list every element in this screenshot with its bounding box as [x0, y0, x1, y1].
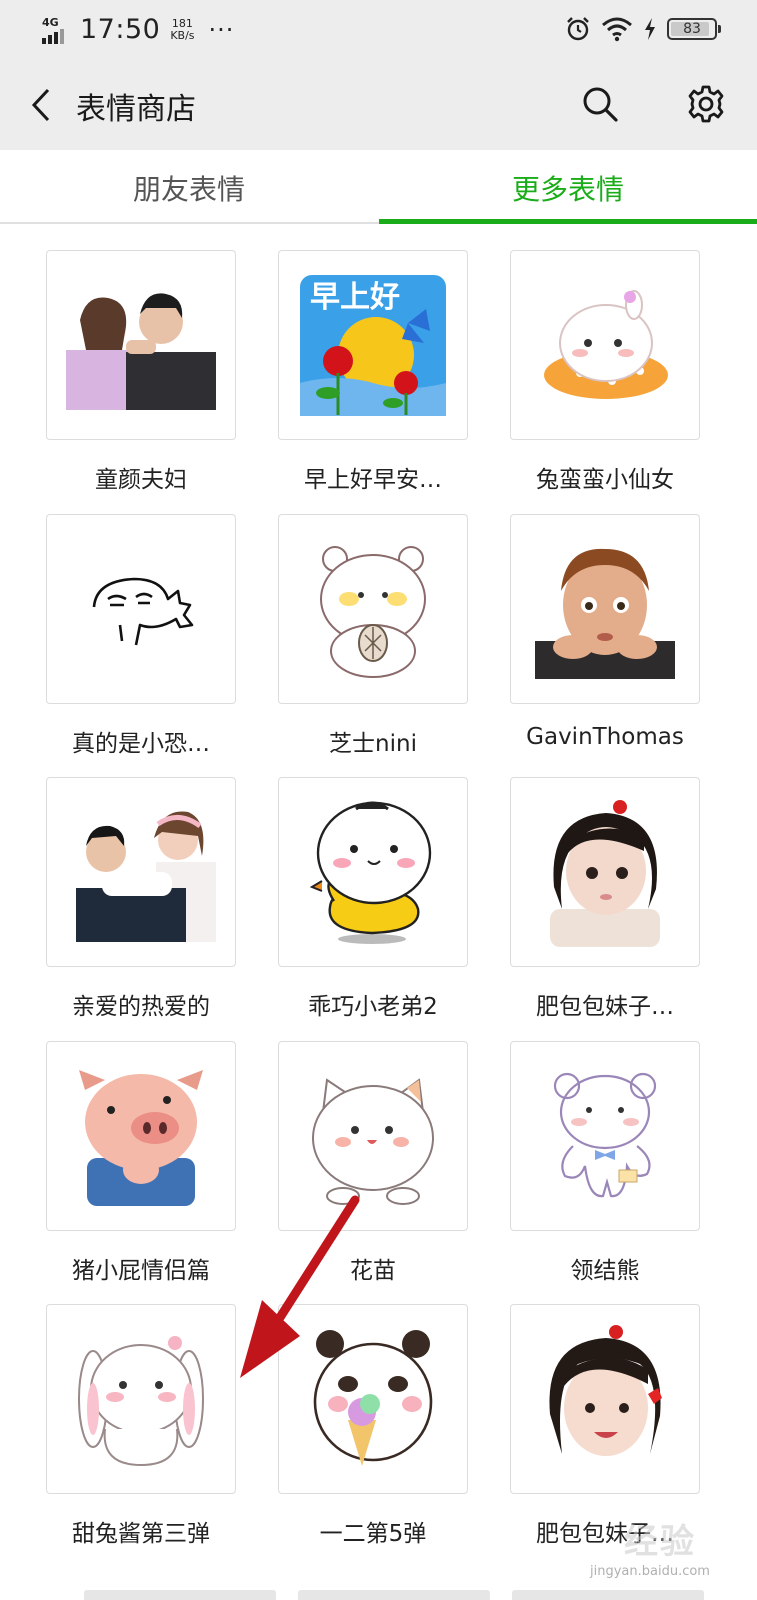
page-title: 表情商店 [76, 92, 196, 127]
battery-indicator: 83 [667, 18, 721, 40]
sticker-thumbnail [510, 514, 700, 704]
status-bar: 4G 17:50 181 KB/s ··· 83 [0, 0, 757, 60]
tab-more-stickers[interactable]: 更多表情 [379, 150, 757, 225]
sticker-pack-name: 甜兔酱第三弹 [72, 1521, 210, 1547]
tab-friend-stickers[interactable]: 朋友表情 [0, 150, 378, 225]
sticker-thumbnail [278, 514, 468, 704]
search-button[interactable] [577, 81, 623, 127]
more-notifications-icon: ··· [208, 15, 235, 44]
sticker-pack-name: 乖巧小老弟2 [308, 994, 438, 1020]
sticker-thumbnail: 早上好 [278, 250, 468, 440]
sticker-thumbnail [46, 1041, 236, 1231]
sticker-thumbnail [510, 1041, 700, 1231]
sticker-thumbnail [46, 514, 236, 704]
sticker-thumbnail [510, 777, 700, 967]
sticker-pack-name: 花苗 [350, 1258, 396, 1284]
sticker-pack-name: 肥包包妹子… [536, 1521, 674, 1547]
sticker-pack-name: 一二第5弹 [319, 1521, 427, 1547]
sticker-pack-name: GavinThomas [526, 724, 684, 750]
sticker-thumbnail [46, 777, 236, 967]
sticker-pack-name: 猪小屁情侣篇 [72, 1258, 210, 1284]
sticker-thumbnail [278, 777, 468, 967]
sticker-pack-name: 芝士nini [329, 731, 417, 757]
navigation-bar: 表情商店 [0, 60, 757, 150]
sticker-pack-name: 肥包包妹子… [536, 994, 674, 1020]
sticker-thumbnail [510, 250, 700, 440]
sticker-thumbnail [46, 1304, 236, 1494]
sticker-pack-name: 兔蛮蛮小仙女 [536, 467, 674, 493]
back-button[interactable] [18, 82, 64, 128]
wifi-icon [602, 17, 632, 42]
search-icon [583, 87, 618, 122]
clock: 17:50 [80, 14, 161, 45]
sticker-pack-name: 早上好早安… [304, 467, 442, 493]
alarm-icon [567, 17, 589, 41]
back-arrow-icon [31, 88, 50, 122]
sticker-pack-name: 真的是小恐… [72, 731, 210, 757]
sticker-pack-name: 童颜夫妇 [95, 467, 187, 493]
network-speed: 181 KB/s [170, 16, 195, 42]
sticker-pack-name: 领结熊 [570, 1258, 640, 1284]
next-row-peek [84, 1590, 704, 1600]
tab-bar: 朋友表情 更多表情 [0, 150, 757, 225]
sticker-thumbnail [46, 250, 236, 440]
sticker-thumbnail [278, 1304, 468, 1494]
gear-icon [688, 85, 724, 123]
charging-icon [645, 18, 655, 40]
sticker-grid: 童颜夫妇 早上好 早上好早安… 兔蛮蛮小仙女 真的是小恐… 芝士nini Gav… [0, 224, 757, 1600]
cellular-signal-icon: 4G [42, 16, 74, 44]
sticker-pack-name: 亲爱的热爱的 [72, 994, 210, 1020]
sticker-thumbnail [278, 1041, 468, 1231]
sticker-image-text: 早上好 [310, 280, 400, 315]
sticker-thumbnail [510, 1304, 700, 1494]
settings-button[interactable] [683, 81, 729, 127]
